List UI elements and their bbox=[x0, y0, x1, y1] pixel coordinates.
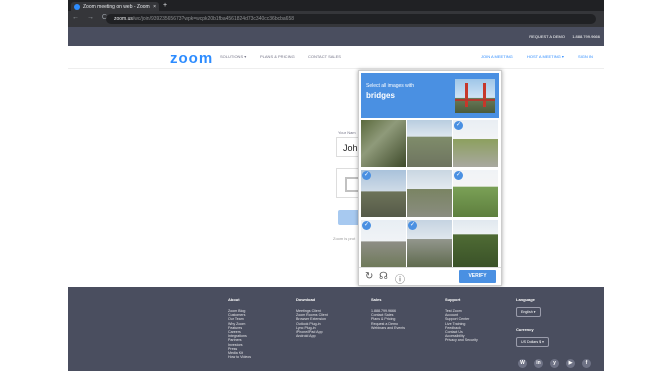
nav-plans[interactable]: PLANS & PRICING bbox=[260, 54, 295, 59]
footer-support-heading: Support bbox=[445, 297, 461, 302]
captcha-challenge: Select all images with bridges ✓ ✓ ✓ ✓ ✓… bbox=[358, 70, 502, 286]
nav-join-meeting[interactable]: JOIN A MEETING bbox=[481, 54, 513, 59]
language-select[interactable]: English ▾ bbox=[516, 307, 541, 317]
main-nav: zoom SOLUTIONS ▾ PLANS & PRICING CONTACT… bbox=[68, 46, 604, 69]
url-field[interactable]: zoom.us/wc/join/93923565673?wpk=wcpk20b1… bbox=[106, 14, 596, 24]
captcha-tile-4[interactable]: ✓ bbox=[361, 170, 406, 217]
zoom-logo[interactable]: zoom bbox=[170, 50, 213, 67]
info-icon[interactable]: ⓘ bbox=[395, 271, 405, 286]
terms-text: Zoom is prot bbox=[333, 236, 356, 241]
tab-bar: Zoom meeting on web - Zoom × + bbox=[68, 0, 604, 11]
browser-window: Zoom meeting on web - Zoom × + ← → C zoo… bbox=[68, 0, 604, 371]
footer-link[interactable]: Browser Extension bbox=[296, 317, 328, 321]
nav-host-meeting[interactable]: HOST A MEETING ▾ bbox=[527, 54, 564, 59]
currency-select[interactable]: US Dollars $ ▾ bbox=[516, 337, 549, 347]
footer-download-heading: Download bbox=[296, 297, 316, 302]
twitter-icon[interactable]: y bbox=[550, 359, 559, 368]
check-icon: ✓ bbox=[408, 221, 417, 230]
footer-link[interactable]: Webinars and Events bbox=[371, 326, 405, 330]
tab-close-icon[interactable]: × bbox=[153, 4, 156, 10]
captcha-footer: ↻ ☊ ⓘ VERIFY bbox=[359, 267, 501, 286]
address-bar-row: ← → C zoom.us/wc/join/93923565673?wpk=wc… bbox=[68, 11, 604, 27]
footer-currency-heading: Currency bbox=[516, 327, 534, 332]
check-icon: ✓ bbox=[454, 121, 463, 130]
footer-about-links[interactable]: Zoom Blog Customers Our Team Why Zoom Featur… bbox=[228, 309, 251, 359]
footer-language-heading: Language bbox=[516, 297, 535, 302]
nav-contact-sales[interactable]: CONTACT SALES bbox=[308, 54, 341, 59]
nav-buttons[interactable]: ← → C bbox=[72, 14, 110, 21]
youtube-icon[interactable]: ▶ bbox=[566, 359, 575, 368]
request-demo-link[interactable]: REQUEST A DEMO bbox=[529, 34, 565, 39]
phone-link[interactable]: 1.888.799.9666 bbox=[572, 34, 600, 39]
new-tab-button[interactable]: + bbox=[163, 2, 167, 9]
captcha-example-image bbox=[455, 79, 495, 113]
audio-icon[interactable]: ☊ bbox=[379, 271, 388, 282]
url-host: zoom.us bbox=[114, 16, 133, 22]
facebook-icon[interactable]: f bbox=[582, 359, 591, 368]
captcha-instruction: Select all images with bbox=[366, 83, 415, 89]
footer-sales-heading: Sales bbox=[371, 297, 382, 302]
captcha-tile-9[interactable] bbox=[453, 220, 498, 267]
reload-icon[interactable]: ↻ bbox=[365, 271, 373, 282]
footer: About Zoom Blog Customers Our Team Why Zoom… bbox=[68, 287, 604, 371]
footer-about-heading: About bbox=[228, 297, 240, 302]
check-icon: ✓ bbox=[362, 221, 371, 230]
check-icon: ✓ bbox=[454, 171, 463, 180]
nav-solutions[interactable]: SOLUTIONS ▾ bbox=[220, 54, 246, 59]
zoom-favicon-icon bbox=[74, 3, 80, 10]
captcha-header: Select all images with bridges bbox=[361, 73, 499, 118]
your-name-label: Your Nam bbox=[338, 130, 356, 135]
captcha-tile-6[interactable]: ✓ bbox=[453, 170, 498, 217]
captcha-tile-3[interactable]: ✓ bbox=[453, 120, 498, 167]
check-icon: ✓ bbox=[362, 171, 371, 180]
captcha-target: bridges bbox=[366, 91, 395, 100]
wordpress-icon[interactable]: W bbox=[518, 359, 527, 368]
nav-sign-in[interactable]: SIGN IN bbox=[578, 54, 593, 59]
footer-download-links[interactable]: Meetings Client Zoom Rooms Client Browser … bbox=[296, 309, 328, 338]
captcha-tile-7[interactable]: ✓ bbox=[361, 220, 406, 267]
footer-link[interactable]: How to Videos bbox=[228, 355, 251, 359]
captcha-grid: ✓ ✓ ✓ ✓ ✓ bbox=[361, 120, 499, 267]
top-strip: REQUEST A DEMO 1.888.799.9666 bbox=[68, 27, 604, 46]
linkedin-icon[interactable]: in bbox=[534, 359, 543, 368]
captcha-tile-5[interactable] bbox=[407, 170, 452, 217]
footer-link[interactable]: Android App bbox=[296, 334, 328, 338]
captcha-tile-1[interactable] bbox=[361, 120, 406, 167]
captcha-tile-8[interactable]: ✓ bbox=[407, 220, 452, 267]
browser-tab[interactable]: Zoom meeting on web - Zoom × bbox=[71, 2, 159, 11]
footer-link[interactable]: Privacy and Security bbox=[445, 338, 478, 342]
url-path: /wc/join/93923565673?wpk=wcpk20b1fba4561… bbox=[132, 16, 295, 22]
footer-support-links[interactable]: Test Zoom Account Support Center Live Train… bbox=[445, 309, 478, 343]
verify-button[interactable]: VERIFY bbox=[459, 270, 496, 283]
tab-title: Zoom meeting on web - Zoom bbox=[83, 3, 150, 10]
captcha-tile-2[interactable] bbox=[407, 120, 452, 167]
footer-sales-links[interactable]: 1.888.799.9666 Contact Sales Plans & Prici… bbox=[371, 309, 405, 330]
